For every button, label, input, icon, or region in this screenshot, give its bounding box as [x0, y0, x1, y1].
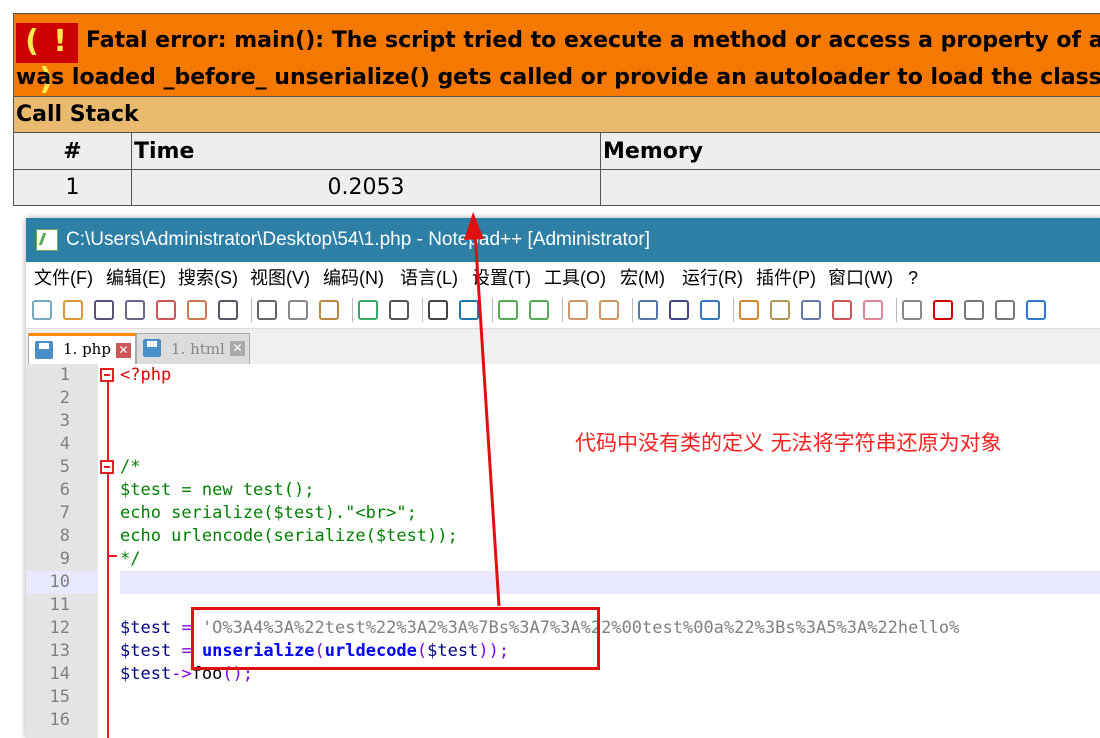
arrow-head	[464, 212, 484, 240]
arrow-shaft	[473, 231, 501, 607]
annotation-arrow	[464, 212, 501, 607]
